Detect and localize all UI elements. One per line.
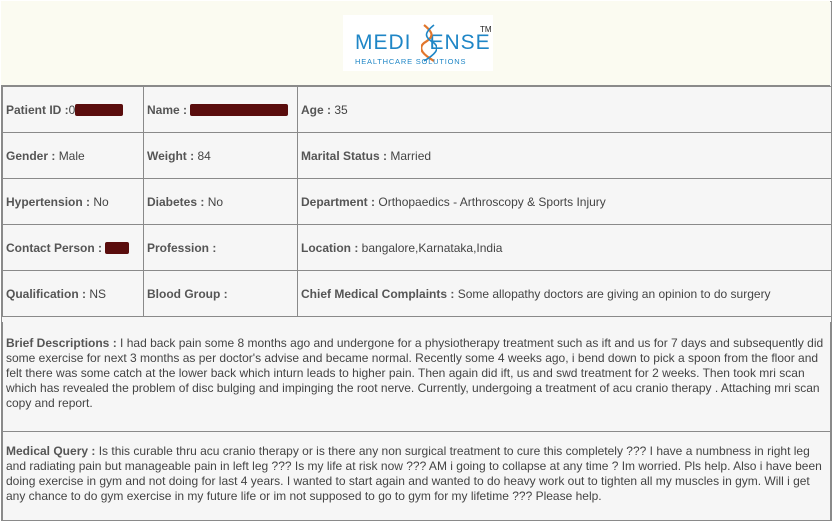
weight-cell: Weight : 84	[143, 132, 298, 179]
info-row: Contact Person : Profession : Location :…	[2, 224, 832, 271]
qualification-cell: Qualification : NS	[2, 270, 144, 317]
profession-cell: Profession :	[143, 224, 298, 271]
name-cell: Name :	[143, 86, 298, 133]
redaction-block	[75, 104, 124, 117]
redaction-block	[105, 242, 130, 255]
trademark-mark: TM	[480, 25, 492, 34]
patient-info-table: Patient ID :0 Name : Age : 35 Gender : M…	[2, 86, 832, 317]
info-row: Qualification : NS Blood Group : Chief M…	[2, 270, 832, 317]
gender-cell: Gender : Male	[2, 132, 144, 179]
logo-tagline: HEALTHCARE SOLUTIONS	[355, 57, 467, 66]
redaction-block	[190, 104, 289, 117]
info-row: Hypertension : No Diabetes : No Departme…	[2, 178, 832, 225]
department-cell: Department : Orthopaedics - Arthroscopy …	[297, 178, 832, 225]
hypertension-cell: Hypertension : No	[2, 178, 144, 225]
medical-query-section: Medical Query : Is this curable thru acu…	[2, 432, 831, 521]
medical-query-text: Is this curable thru acu cranio therapy …	[6, 444, 822, 503]
logo-header: MEDI ENSE HEALTHCARE SOLUTIONS TM	[1, 1, 830, 86]
brief-description-section: Brief Descriptions : I had back pain som…	[2, 322, 831, 432]
brief-description-text: I had back pain some 8 months ago and un…	[6, 336, 824, 410]
info-row: Patient ID :0 Name : Age : 35	[2, 86, 832, 133]
patient-id-cell: Patient ID :0	[2, 86, 144, 133]
diabetes-cell: Diabetes : No	[143, 178, 298, 225]
contact-person-cell: Contact Person :	[2, 224, 144, 271]
info-row: Gender : Male Weight : 84 Marital Status…	[2, 132, 832, 179]
blood-group-cell: Blood Group :	[143, 270, 298, 317]
location-cell: Location : bangalore,Karnataka,India	[297, 224, 832, 271]
medical-query-label: Medical Query :	[6, 444, 96, 458]
age-cell: Age : 35	[297, 86, 832, 133]
marital-status-cell: Marital Status : Married	[297, 132, 832, 179]
brief-description-label: Brief Descriptions :	[6, 336, 117, 350]
chief-complaints-cell: Chief Medical Complaints : Some allopath…	[297, 270, 832, 317]
medisense-logo: MEDI ENSE HEALTHCARE SOLUTIONS TM	[343, 15, 493, 71]
